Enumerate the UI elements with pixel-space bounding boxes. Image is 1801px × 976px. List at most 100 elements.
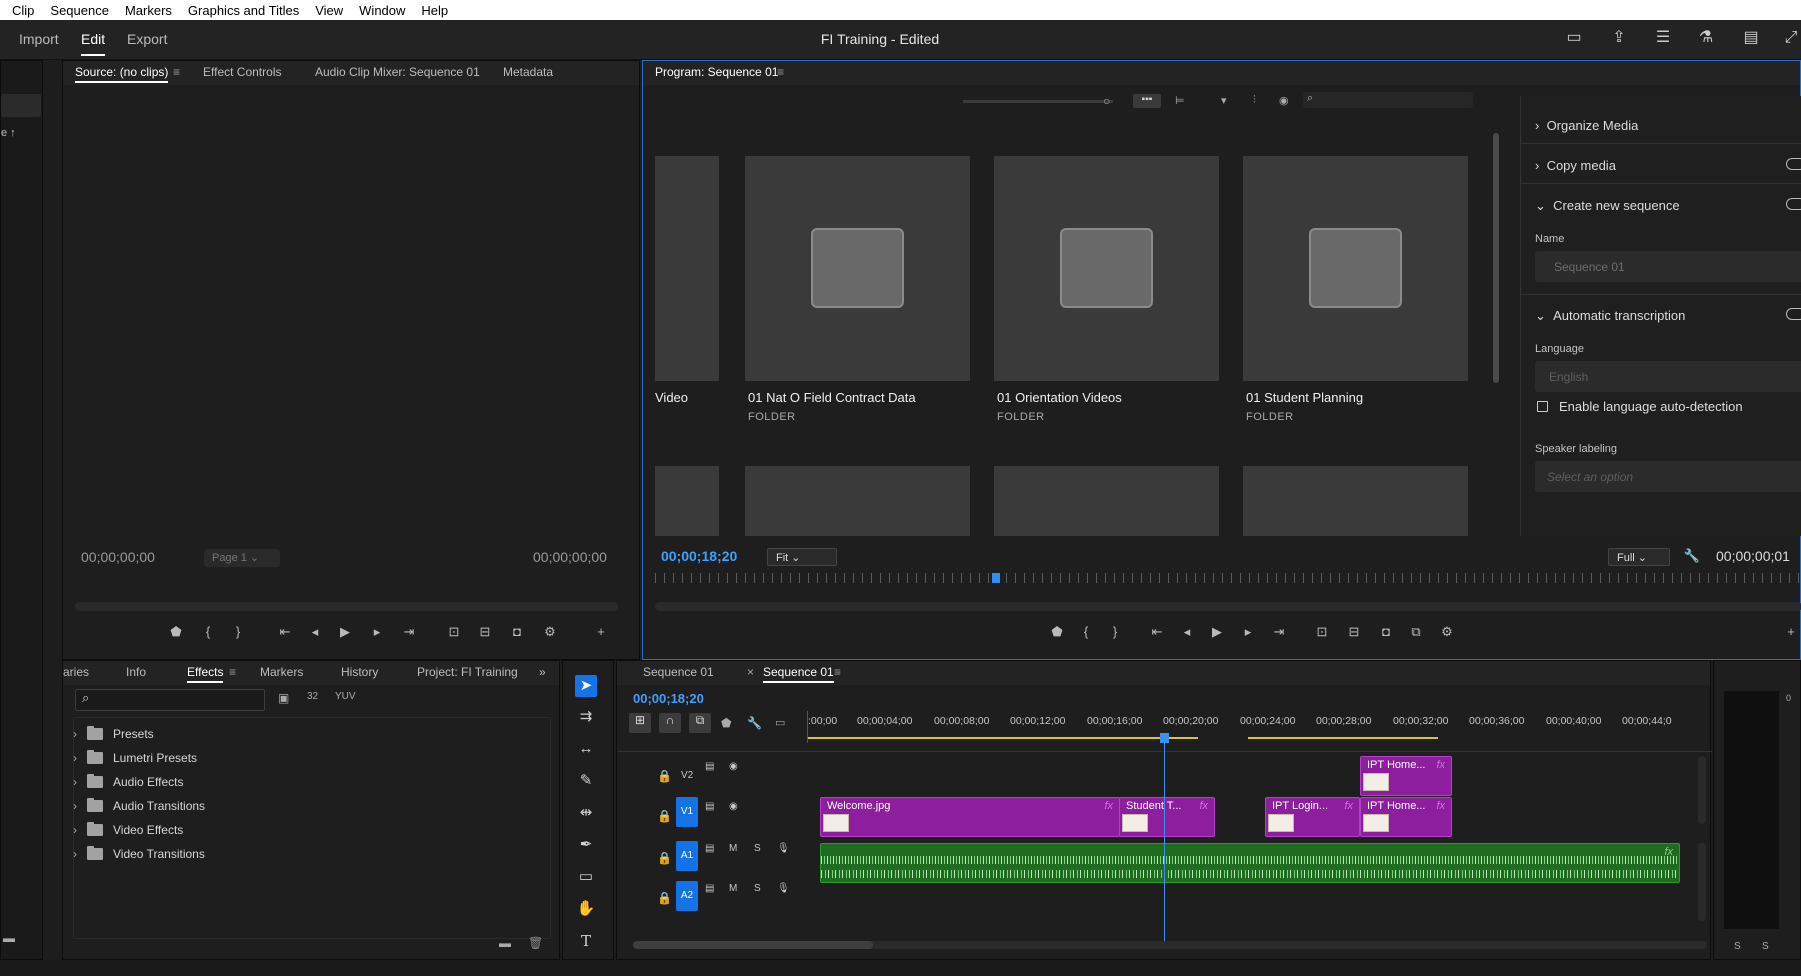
filter-icon[interactable]: ⫶	[1253, 94, 1256, 107]
search-field-partial[interactable]	[1, 94, 41, 117]
add-marker-icon[interactable]: ⬟	[1048, 624, 1066, 640]
mark-out-icon[interactable]: }	[1106, 624, 1124, 639]
source-zoom-scrollbar[interactable]	[75, 602, 618, 611]
work-area-bar[interactable]	[1248, 737, 1438, 739]
audio-tracks-scrollbar[interactable]	[1698, 843, 1706, 921]
tab-audio-clip-mixer[interactable]: Audio Clip Mixer: Sequence 01	[315, 65, 480, 79]
tab-effects[interactable]: Effects	[187, 665, 224, 683]
folder-tile[interactable]	[994, 466, 1219, 536]
go-to-in-icon[interactable]: ⇤	[1148, 624, 1166, 640]
toggle-output-icon[interactable]: ◉	[729, 801, 738, 812]
menu-help[interactable]: Help	[421, 3, 448, 18]
32bit-effects-icon[interactable]: 32	[307, 691, 318, 702]
settings-icon[interactable]: ⚙	[1438, 624, 1456, 640]
mark-out-icon[interactable]: }	[229, 624, 247, 639]
nest-icon[interactable]: ⊞	[629, 713, 651, 733]
insert-icon[interactable]: ⊡	[445, 624, 463, 640]
browser-search[interactable]: ⌕	[1303, 92, 1473, 108]
panel-menu-icon[interactable]: ≡	[173, 65, 180, 79]
track-a2-target[interactable]: A2	[676, 881, 698, 911]
track-a1-target[interactable]: A1	[676, 841, 698, 871]
add-marker-icon[interactable]: ⬟	[167, 624, 185, 640]
tree-item-presets[interactable]: › Presets	[73, 726, 154, 741]
export-frame-icon[interactable]: ◘	[508, 624, 526, 639]
tree-item-audio-effects[interactable]: › Audio Effects	[73, 774, 184, 789]
lock-a1-icon[interactable]: 🔒	[657, 851, 672, 865]
play-icon[interactable]: ▶	[336, 624, 354, 640]
tree-item-video-transitions[interactable]: › Video Transitions	[73, 846, 205, 861]
solo-label[interactable]: S	[754, 843, 761, 854]
rectangle-tool-icon[interactable]: ▭	[575, 866, 597, 888]
page-dropdown[interactable]: Page 1 ⌄	[204, 549, 280, 567]
timeline-horizontal-scrollbar[interactable]	[633, 941, 1707, 949]
program-ruler[interactable]	[655, 573, 1801, 583]
share-icon[interactable]: ⇪	[1608, 27, 1630, 49]
create-sequence-toggle[interactable]	[1786, 198, 1801, 210]
step-forward-icon[interactable]: ▸	[1239, 624, 1257, 640]
close-tab-icon[interactable]: ×	[747, 665, 754, 679]
sync-lock-icon[interactable]: ▤	[705, 843, 714, 854]
hand-tool-icon[interactable]: ✋	[575, 898, 597, 920]
quality-dropdown[interactable]: Full ⌄	[1608, 548, 1670, 566]
slider-handle-icon[interactable]: ○	[1103, 94, 1110, 108]
sort-header-partial[interactable]: e ↑	[1, 127, 41, 147]
trash-icon[interactable]: 🗑	[528, 936, 543, 950]
timeline-ruler[interactable]: :00;00 00;00;04;00 00;00;08;00 00;00;12;…	[807, 711, 1712, 743]
effects-menu-icon[interactable]: ≡	[229, 665, 236, 679]
tab-libraries[interactable]: aries	[63, 665, 89, 679]
create-sequence-row[interactable]: ⌄ Create new sequence	[1535, 198, 1680, 214]
mute-label[interactable]: M	[729, 883, 737, 894]
mark-in-icon[interactable]: {	[1077, 624, 1095, 639]
lock-v1-icon[interactable]: 🔒	[657, 809, 672, 823]
video-tracks-scrollbar[interactable]	[1698, 756, 1706, 824]
thumb-size-slider[interactable]	[963, 100, 1113, 103]
workspace-import[interactable]: Import	[19, 31, 59, 47]
new-bin-icon[interactable]: ▬	[499, 936, 511, 950]
toggle-output-icon[interactable]: ◉	[729, 761, 738, 772]
yuv-effects-icon[interactable]: YUV	[335, 691, 356, 702]
menu-graphics[interactable]: Graphics and Titles	[188, 3, 299, 18]
mark-in-icon[interactable]: {	[199, 624, 217, 639]
workspace-layout-icon[interactable]: ▭	[1563, 27, 1585, 49]
tab-markers[interactable]: Markers	[260, 665, 303, 679]
timeline-menu-icon[interactable]: ≡	[834, 665, 841, 679]
type-tool-icon[interactable]: T	[575, 930, 597, 952]
add-marker-icon[interactable]: ⬟	[721, 716, 731, 730]
folder-tile[interactable]	[745, 466, 970, 536]
play-icon[interactable]: ▶	[1208, 624, 1226, 640]
tree-item-video-effects[interactable]: › Video Effects	[73, 822, 183, 837]
quick-export-icon[interactable]: ⚗	[1695, 27, 1717, 49]
auto-transcription-toggle[interactable]	[1786, 308, 1801, 320]
program-zoom-scrollbar[interactable]	[655, 602, 1801, 611]
new-bin-icon[interactable]: ▬	[3, 931, 15, 945]
language-select[interactable]: English	[1535, 361, 1801, 392]
overwrite-icon[interactable]: ⊟	[476, 624, 494, 640]
copy-media-toggle[interactable]	[1786, 158, 1801, 170]
solo-left-button[interactable]: S	[1734, 941, 1741, 952]
lock-v2-icon[interactable]: 🔒	[657, 769, 672, 783]
snap-icon[interactable]: ∩	[659, 713, 681, 733]
wrench-icon[interactable]: 🔧	[1683, 548, 1701, 564]
add-button-icon[interactable]: +	[592, 624, 610, 639]
playhead-handle[interactable]	[1160, 733, 1169, 743]
mic-icon[interactable]: 🎙	[777, 883, 790, 894]
fit-dropdown[interactable]: Fit ⌄	[767, 548, 837, 566]
slip-tool-icon[interactable]: ⇹	[575, 802, 597, 824]
workspace-export[interactable]: Export	[127, 31, 167, 47]
tree-item-audio-transitions[interactable]: › Audio Transitions	[73, 798, 205, 813]
solo-right-button[interactable]: S	[1762, 941, 1769, 952]
selection-tool-icon[interactable]: ➤	[575, 675, 597, 697]
razor-tool-icon[interactable]: ✎	[575, 770, 597, 792]
program-timecode[interactable]: 00;00;18;20	[661, 548, 737, 564]
timeline-timecode[interactable]: 00;00;18;20	[633, 691, 704, 706]
list-view-icon[interactable]: ⊨	[1175, 94, 1185, 107]
auto-transcription-row[interactable]: ⌄ Automatic transcription	[1535, 308, 1685, 324]
program-playhead[interactable]	[992, 573, 1000, 583]
step-forward-icon[interactable]: ▸	[368, 624, 386, 640]
audio-clip[interactable]: fx	[820, 843, 1680, 883]
folder-tile[interactable]	[1243, 156, 1468, 381]
mic-icon[interactable]: 🎙	[777, 843, 790, 854]
menu-window[interactable]: Window	[359, 3, 405, 18]
tab-metadata[interactable]: Metadata	[503, 65, 553, 79]
lock-a2-icon[interactable]: 🔒	[657, 891, 672, 905]
